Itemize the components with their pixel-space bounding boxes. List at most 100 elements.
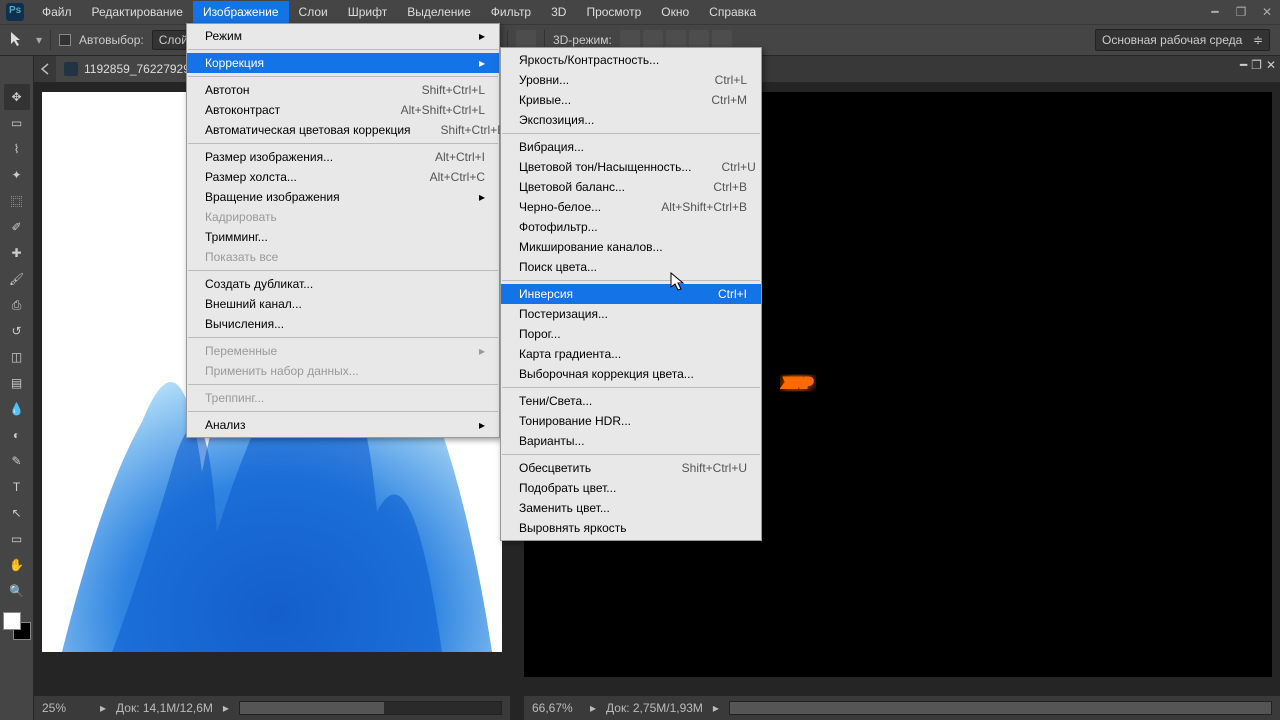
menu-3d[interactable]: 3D (541, 1, 576, 23)
menu-item-label: Автоконтраст (205, 103, 280, 117)
crop-tool[interactable]: ⿴ (4, 188, 30, 214)
menu-item[interactable]: Коррекция (187, 53, 499, 73)
shortcut: Ctrl+L (715, 73, 747, 87)
zoom-value[interactable]: 25% (42, 701, 90, 715)
path-tool[interactable]: ↖ (4, 500, 30, 526)
menu-item[interactable]: Уровни...Ctrl+L (501, 70, 761, 90)
menu-item-label: Внешний канал... (205, 297, 302, 311)
menu-item[interactable]: Выборочная коррекция цвета... (501, 364, 761, 384)
menu-item[interactable]: Размер изображения...Alt+Ctrl+I (187, 147, 499, 167)
menu-item[interactable]: Анализ (187, 415, 499, 435)
arrow-icon[interactable]: ▸ (223, 701, 229, 715)
history-tool[interactable]: ↺ (4, 318, 30, 344)
menu-item[interactable]: Вычисления... (187, 314, 499, 334)
menu-окно[interactable]: Окно (651, 1, 699, 23)
doc-close-button[interactable]: ✕ (1266, 58, 1276, 72)
stamp-tool[interactable]: ⎙ (4, 292, 30, 318)
menu-item[interactable]: Цветовой тон/Насыщенность...Ctrl+U (501, 157, 761, 177)
menu-item[interactable]: Варианты... (501, 431, 761, 451)
autoselect-checkbox[interactable] (59, 34, 71, 46)
arrow-icon[interactable]: ▸ (713, 701, 719, 715)
menu-шрифт[interactable]: Шрифт (338, 1, 397, 23)
menu-item-label: Выборочная коррекция цвета... (519, 367, 694, 381)
menu-item-label: Автоматическая цветовая коррекция (205, 123, 411, 137)
marquee-tool[interactable]: ▭ (4, 110, 30, 136)
menu-слои[interactable]: Слои (289, 1, 338, 23)
menu-item[interactable]: Размер холста...Alt+Ctrl+C (187, 167, 499, 187)
menu-фильтр[interactable]: Фильтр (481, 1, 541, 23)
menu-item[interactable]: Экспозиция... (501, 110, 761, 130)
menu-справка[interactable]: Справка (699, 1, 766, 23)
menu-item[interactable]: Тонирование HDR... (501, 411, 761, 431)
menu-файл[interactable]: Файл (32, 1, 82, 23)
close-button[interactable]: ✕ (1254, 2, 1280, 22)
hand-tool[interactable]: ✋ (4, 552, 30, 578)
brush-tool[interactable]: 🖌 (4, 266, 30, 292)
color-swatches[interactable] (3, 612, 31, 640)
zoom-value[interactable]: 66,67% (532, 701, 580, 715)
separator (188, 270, 498, 271)
menu-item[interactable]: АвтоконтрастAlt+Shift+Ctrl+L (187, 100, 499, 120)
eraser-tool[interactable]: ◫ (4, 344, 30, 370)
rect-tool[interactable]: ▭ (4, 526, 30, 552)
menu-item[interactable]: Выровнять яркость (501, 518, 761, 538)
maximize-button[interactable]: ❐ (1228, 2, 1254, 22)
menu-item[interactable]: Фотофильтр... (501, 217, 761, 237)
menu-item[interactable]: Внешний канал... (187, 294, 499, 314)
h-scrollbar[interactable] (729, 701, 1272, 715)
arrow-icon[interactable]: ▸ (590, 701, 596, 715)
menu-item[interactable]: ИнверсияCtrl+I (501, 284, 761, 304)
document-icon (64, 62, 78, 76)
move-tool[interactable]: ✥ (4, 84, 30, 110)
menu-item[interactable]: ОбесцветитьShift+Ctrl+U (501, 458, 761, 478)
type-tool[interactable]: T (4, 474, 30, 500)
doc-minimize-button[interactable]: ━ (1240, 58, 1247, 72)
dodge-tool[interactable]: ◐ (4, 422, 30, 448)
menu-item[interactable]: Яркость/Контрастность... (501, 50, 761, 70)
menu-item[interactable]: Заменить цвет... (501, 498, 761, 518)
doc-maximize-button[interactable]: ❐ (1251, 58, 1262, 72)
blur-tool[interactable]: 💧 (4, 396, 30, 422)
heal-tool[interactable]: ✚ (4, 240, 30, 266)
menu-item[interactable]: Вращение изображения (187, 187, 499, 207)
menu-item-label: Фотофильтр... (519, 220, 598, 234)
menu-item[interactable]: Кривые...Ctrl+M (501, 90, 761, 110)
foreground-swatch[interactable] (3, 612, 21, 630)
lasso-tool[interactable]: ⌇ (4, 136, 30, 162)
menu-item[interactable]: Постеризация... (501, 304, 761, 324)
minimize-button[interactable]: ━ (1202, 2, 1228, 22)
wand-tool[interactable]: ✦ (4, 162, 30, 188)
menu-item[interactable]: Тримминг... (187, 227, 499, 247)
menu-item[interactable]: Подобрать цвет... (501, 478, 761, 498)
autoselect-label: Автовыбор: (79, 33, 144, 47)
menu-item[interactable]: Автоматическая цветовая коррекцияShift+C… (187, 120, 499, 140)
gradient-tool[interactable]: ▤ (4, 370, 30, 396)
menu-просмотр[interactable]: Просмотр (576, 1, 651, 23)
workspace-dropdown[interactable]: Основная рабочая среда≑ (1095, 29, 1270, 51)
menu-item[interactable]: Режим (187, 26, 499, 46)
menu-item: Переменные (187, 341, 499, 361)
doc-size: Док: 2,75M/1,93M (606, 701, 703, 715)
menu-item[interactable]: Цветовой баланс...Ctrl+B (501, 177, 761, 197)
menu-редактирование[interactable]: Редактирование (82, 1, 193, 23)
menu-item[interactable]: АвтотонShift+Ctrl+L (187, 80, 499, 100)
zoom-tool[interactable]: 🔍 (4, 578, 30, 604)
separator (502, 387, 760, 388)
menu-item[interactable]: Карта градиента... (501, 344, 761, 364)
tools-panel: ✥▭⌇✦⿴✐✚🖌⎙↺◫▤💧◐✎T↖▭✋🔍 (0, 56, 34, 720)
arrow-icon[interactable]: ▸ (100, 701, 106, 715)
menu-item[interactable]: Поиск цвета... (501, 257, 761, 277)
menu-изображение[interactable]: Изображение (193, 1, 289, 23)
menu-item[interactable]: Тени/Света... (501, 391, 761, 411)
pen-tool[interactable]: ✎ (4, 448, 30, 474)
menu-item[interactable]: Черно-белое...Alt+Shift+Ctrl+B (501, 197, 761, 217)
menu-выделение[interactable]: Выделение (397, 1, 481, 23)
menu-item[interactable]: Микширование каналов... (501, 237, 761, 257)
menu-item[interactable]: Вибрация... (501, 137, 761, 157)
eyedropper-tool[interactable]: ✐ (4, 214, 30, 240)
tab-arrow-icon[interactable] (38, 62, 52, 76)
menu-item[interactable]: Создать дубликат... (187, 274, 499, 294)
menu-item[interactable]: Порог... (501, 324, 761, 344)
h-scrollbar[interactable] (239, 701, 502, 715)
menu-item-label: Яркость/Контрастность... (519, 53, 659, 67)
